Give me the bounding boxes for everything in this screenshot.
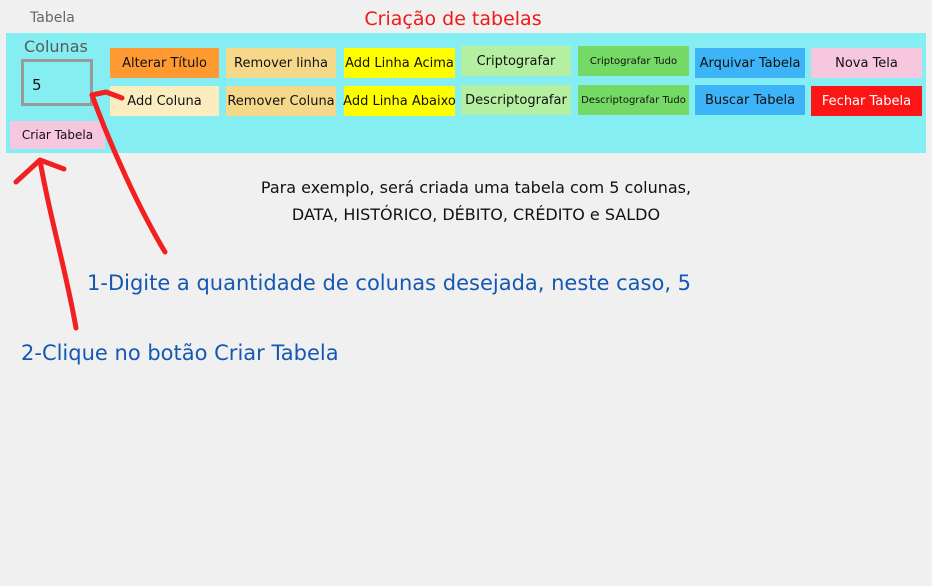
fechar-tabela-button[interactable]: Fechar Tabela (811, 86, 922, 116)
instruction-line-2: DATA, HISTÓRICO, DÉBITO, CRÉDITO e SALDO (291, 205, 661, 224)
descriptografar-button[interactable]: Descriptografar (461, 85, 571, 115)
instruction-line-1: Para exemplo, será criada uma tabela com… (260, 178, 692, 197)
page-heading: Criação de tabelas (364, 8, 542, 30)
descriptografar-tudo-button[interactable]: Descriptografar Tudo (578, 85, 689, 115)
remover-linha-button[interactable]: Remover linha (226, 48, 336, 78)
instruction-text: Para exemplo, será criada uma tabela com… (0, 174, 932, 228)
remover-coluna-button[interactable]: Remover Coluna (226, 86, 336, 116)
add-linha-abaixo-button[interactable]: Add Linha Abaixo (343, 86, 456, 116)
criar-tabela-button[interactable]: Criar Tabela (10, 121, 105, 149)
colunas-label: Colunas (24, 37, 88, 56)
alterar-titulo-button[interactable]: Alterar Título (110, 48, 219, 78)
arquivar-tabela-button[interactable]: Arquivar Tabela (695, 48, 805, 78)
step-1-text: 1-Digite a quantidade de colunas desejad… (87, 271, 692, 295)
criptografar-button[interactable]: Criptografar (461, 46, 571, 76)
step-2-text: 2-Clique no botão Criar Tabela (21, 341, 339, 365)
nova-tela-button[interactable]: Nova Tela (811, 48, 922, 78)
buscar-tabela-button[interactable]: Buscar Tabela (695, 85, 805, 115)
add-linha-acima-button[interactable]: Add Linha Acima (344, 48, 455, 78)
add-coluna-button[interactable]: Add Coluna (110, 86, 219, 116)
colunas-input[interactable] (21, 59, 93, 106)
criptografar-tudo-button[interactable]: Criptografar Tudo (578, 46, 689, 76)
